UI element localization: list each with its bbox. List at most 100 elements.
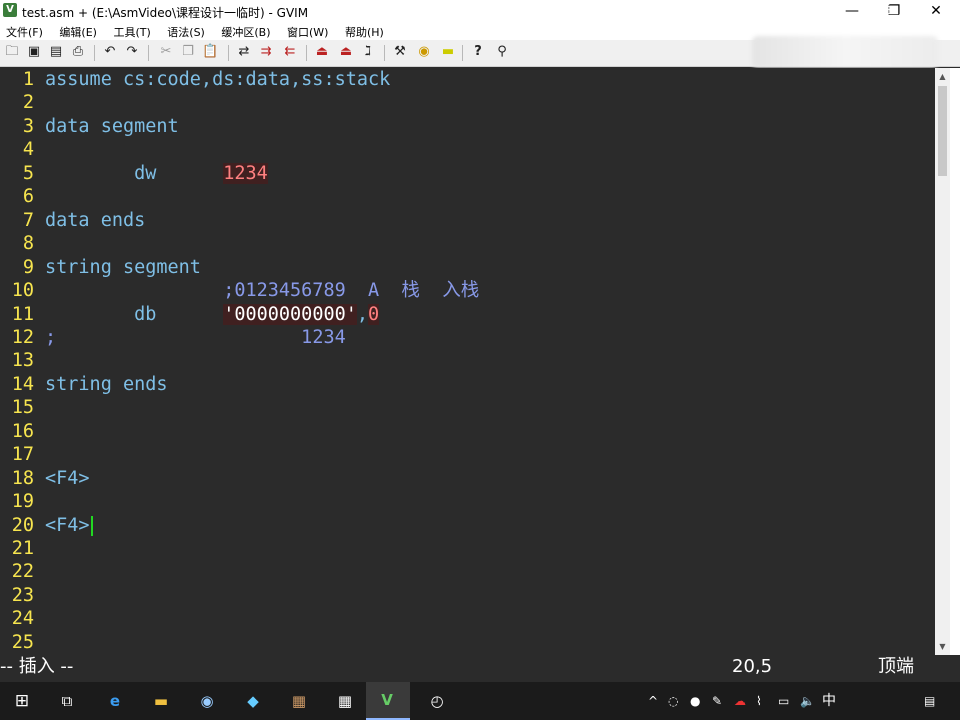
window-right-border — [950, 68, 960, 655]
scroll-up-icon[interactable]: ▲ — [935, 70, 950, 84]
line-number: 3 — [22, 115, 34, 137]
code-token: 0 — [368, 303, 380, 325]
redo-icon[interactable]: ↷ — [124, 44, 140, 60]
line-number: 9 — [22, 256, 34, 278]
line-code: dw 1234 — [45, 162, 268, 185]
line-code: string ends — [45, 373, 168, 396]
app-icon-brown[interactable]: ▦ — [288, 691, 310, 711]
line-number: 10 — [11, 280, 34, 302]
line-number: 8 — [22, 233, 34, 255]
clock-time: 16:28 — [860, 4, 892, 17]
editor-area[interactable]: 1 assume cs:code,ds:data,ss:stack 2 3 data s… — [0, 68, 935, 655]
menu-file[interactable]: 文件(F) — [0, 22, 50, 40]
pen-icon[interactable]: ✎ — [712, 693, 722, 709]
line-code: ; 1234 — [45, 326, 346, 349]
code-token: dw — [45, 162, 224, 184]
line-number: 17 — [11, 444, 34, 466]
code-token: string segment — [45, 256, 201, 278]
start-windows-icon[interactable]: ⊞ — [11, 691, 33, 711]
close-button[interactable]: ✕ — [916, 0, 956, 22]
gvim-app-icon[interactable]: V — [3, 3, 17, 17]
save-session-icon[interactable]: ⏏ — [338, 44, 354, 60]
line-number: 13 — [11, 350, 34, 372]
calculator-icon[interactable]: ▦ — [334, 691, 356, 711]
run-script-icon[interactable]: ℷ — [360, 44, 376, 60]
save-all-icon[interactable]: ▤ — [48, 44, 64, 60]
code-token: db — [45, 303, 224, 325]
load-session-icon[interactable]: ⏏ — [314, 44, 330, 60]
line-number: 5 — [22, 162, 34, 184]
line-number: 19 — [11, 491, 34, 513]
gvim-taskbar-button[interactable]: V — [366, 682, 410, 720]
line-number: 23 — [11, 584, 34, 606]
code-token: string ends — [45, 373, 168, 395]
help-icon[interactable]: ? — [470, 44, 486, 60]
volume-icon[interactable]: 🔈 — [800, 693, 815, 709]
show-hidden-icons-icon[interactable]: ^ — [648, 693, 658, 709]
task-view-icon[interactable]: ⧉ — [56, 691, 78, 711]
app-icon-blue[interactable]: ◆ — [242, 691, 264, 711]
menu-window[interactable]: 窗口(W) — [281, 22, 335, 40]
find-replace-icon[interactable]: ⇄ — [236, 44, 252, 60]
clock-app-icon[interactable]: ◴ — [426, 691, 448, 711]
line-number: 2 — [22, 92, 34, 114]
open-icon[interactable]: 🗀 — [4, 44, 20, 60]
find-next-icon[interactable]: ⇉ — [258, 44, 274, 60]
blurred-region — [752, 36, 938, 68]
edge-browser-icon[interactable]: e — [104, 691, 126, 711]
scroll-thumb[interactable] — [938, 86, 947, 176]
code-token: data segment — [45, 115, 179, 137]
shell-icon[interactable]: ◉ — [416, 44, 432, 60]
line-number: 1 — [22, 69, 34, 90]
display-icon[interactable]: ▭ — [778, 693, 789, 709]
find-help-icon[interactable]: ⚲ — [494, 44, 510, 60]
system-clock[interactable]: 16:28 2019/11/24 — [836, 3, 916, 33]
code-token: assume cs:code,ds:data,ss:stack — [45, 69, 391, 90]
menu-edit[interactable]: 编辑(E) — [53, 22, 104, 40]
paste-icon[interactable]: 📋 — [202, 44, 218, 60]
line-number: 4 — [22, 139, 34, 161]
line-code: <F4> — [45, 514, 93, 537]
menu-syntax[interactable]: 语法(S) — [161, 22, 212, 40]
title-bar: V test.asm + (E:\AsmVideo\课程设计一临时) - GVI… — [0, 0, 960, 22]
media-player-icon[interactable]: ◉ — [196, 691, 218, 711]
menu-buffers[interactable]: 缓冲区(B) — [215, 22, 277, 40]
cut-icon[interactable]: ✂ — [158, 44, 174, 60]
mode-indicator: -- 插入 -- — [0, 656, 74, 677]
code-token: data ends — [45, 209, 146, 231]
tags-icon[interactable]: ▬ — [440, 44, 456, 60]
code-token: <F4> — [45, 467, 90, 489]
tray-app-icon[interactable]: ◌ — [668, 693, 678, 709]
cursor-position: 20,5 — [732, 656, 773, 677]
notification-icon[interactable]: ▤ — [924, 693, 935, 709]
toolbar-separator — [148, 45, 149, 61]
microphone-icon[interactable]: ● — [690, 693, 700, 709]
scroll-down-icon[interactable]: ▼ — [935, 640, 950, 654]
network-icon[interactable]: ⌇ — [756, 693, 762, 709]
code-token: 1234 — [56, 326, 346, 348]
scroll-position: 顶端 — [878, 656, 914, 677]
code-token: ;0123456789 A 栈 入栈 — [45, 280, 480, 302]
print-icon[interactable]: ⎙ — [70, 44, 86, 60]
find-prev-icon[interactable]: ⇇ — [282, 44, 298, 60]
line-code: string segment — [45, 256, 201, 279]
save-icon[interactable]: ▣ — [26, 44, 42, 60]
line-number: 15 — [11, 397, 34, 419]
line-code: <F4> — [45, 467, 90, 490]
menu-tools[interactable]: 工具(T) — [107, 22, 157, 40]
file-explorer-icon[interactable]: ▬ — [150, 691, 172, 711]
undo-icon[interactable]: ↶ — [102, 44, 118, 60]
line-code: assume cs:code,ds:data,ss:stack — [45, 68, 390, 91]
gvim-taskbar-icon: V — [381, 691, 393, 709]
text-cursor — [90, 515, 93, 536]
code-token: ; — [45, 326, 57, 348]
ime-indicator[interactable]: 中 — [822, 693, 836, 709]
menu-help[interactable]: 帮助(H) — [339, 22, 391, 40]
make-icon[interactable]: ⚒ — [392, 44, 408, 60]
line-number: 21 — [11, 538, 34, 559]
line-number: 6 — [22, 186, 34, 208]
copy-icon[interactable]: ❐ — [180, 44, 196, 60]
line-number: 16 — [11, 420, 34, 442]
line-number: 24 — [11, 608, 34, 630]
cloud-icon[interactable]: ☁ — [734, 693, 746, 709]
